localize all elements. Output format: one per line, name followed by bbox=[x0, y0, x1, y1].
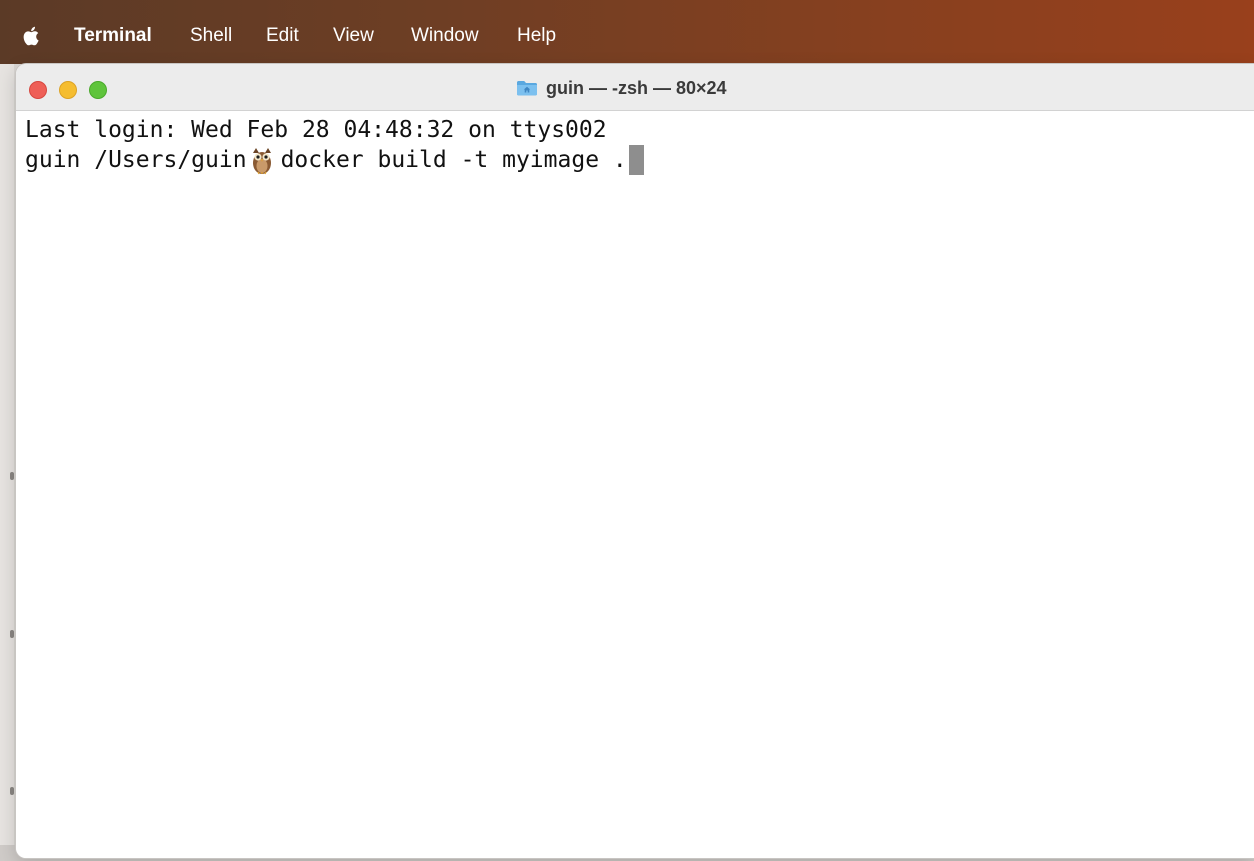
last-login-line: Last login: Wed Feb 28 04:48:32 on ttys0… bbox=[25, 117, 607, 143]
prompt-path: guin /Users/guin bbox=[25, 147, 247, 173]
menu-bar: Terminal Shell Edit View Window Help bbox=[0, 0, 1254, 64]
menu-window[interactable]: Window bbox=[411, 24, 479, 48]
menu-view[interactable]: View bbox=[333, 24, 374, 48]
desktop-mark bbox=[10, 472, 14, 480]
owl-emoji-icon bbox=[252, 148, 271, 175]
desktop-background bbox=[0, 64, 14, 861]
menu-edit[interactable]: Edit bbox=[266, 24, 299, 48]
apple-logo-icon[interactable] bbox=[22, 25, 42, 47]
text-cursor bbox=[628, 145, 644, 175]
window-title-group: guin — -zsh — 80×24 bbox=[516, 76, 727, 100]
desktop-mark bbox=[10, 630, 14, 638]
close-button[interactable] bbox=[29, 81, 47, 99]
desktop-mark bbox=[10, 787, 14, 795]
prompt-line: guin /Users/guin docker build -t myimage… bbox=[25, 145, 644, 175]
menu-help[interactable]: Help bbox=[517, 24, 556, 48]
zoom-button[interactable] bbox=[89, 81, 107, 99]
window-title: guin — -zsh — 80×24 bbox=[546, 77, 727, 98]
minimize-button[interactable] bbox=[59, 81, 77, 99]
menu-shell[interactable]: Shell bbox=[190, 24, 232, 48]
menu-terminal[interactable]: Terminal bbox=[74, 24, 152, 48]
home-folder-icon bbox=[517, 81, 537, 96]
window-titlebar[interactable]: guin — -zsh — 80×24 bbox=[16, 64, 1254, 111]
terminal-output[interactable]: Last login: Wed Feb 28 04:48:32 on ttys0… bbox=[16, 111, 1254, 858]
terminal-window: guin — -zsh — 80×24 Last login: Wed Feb … bbox=[16, 64, 1254, 858]
command-input[interactable]: docker build -t myimage . bbox=[281, 145, 627, 175]
